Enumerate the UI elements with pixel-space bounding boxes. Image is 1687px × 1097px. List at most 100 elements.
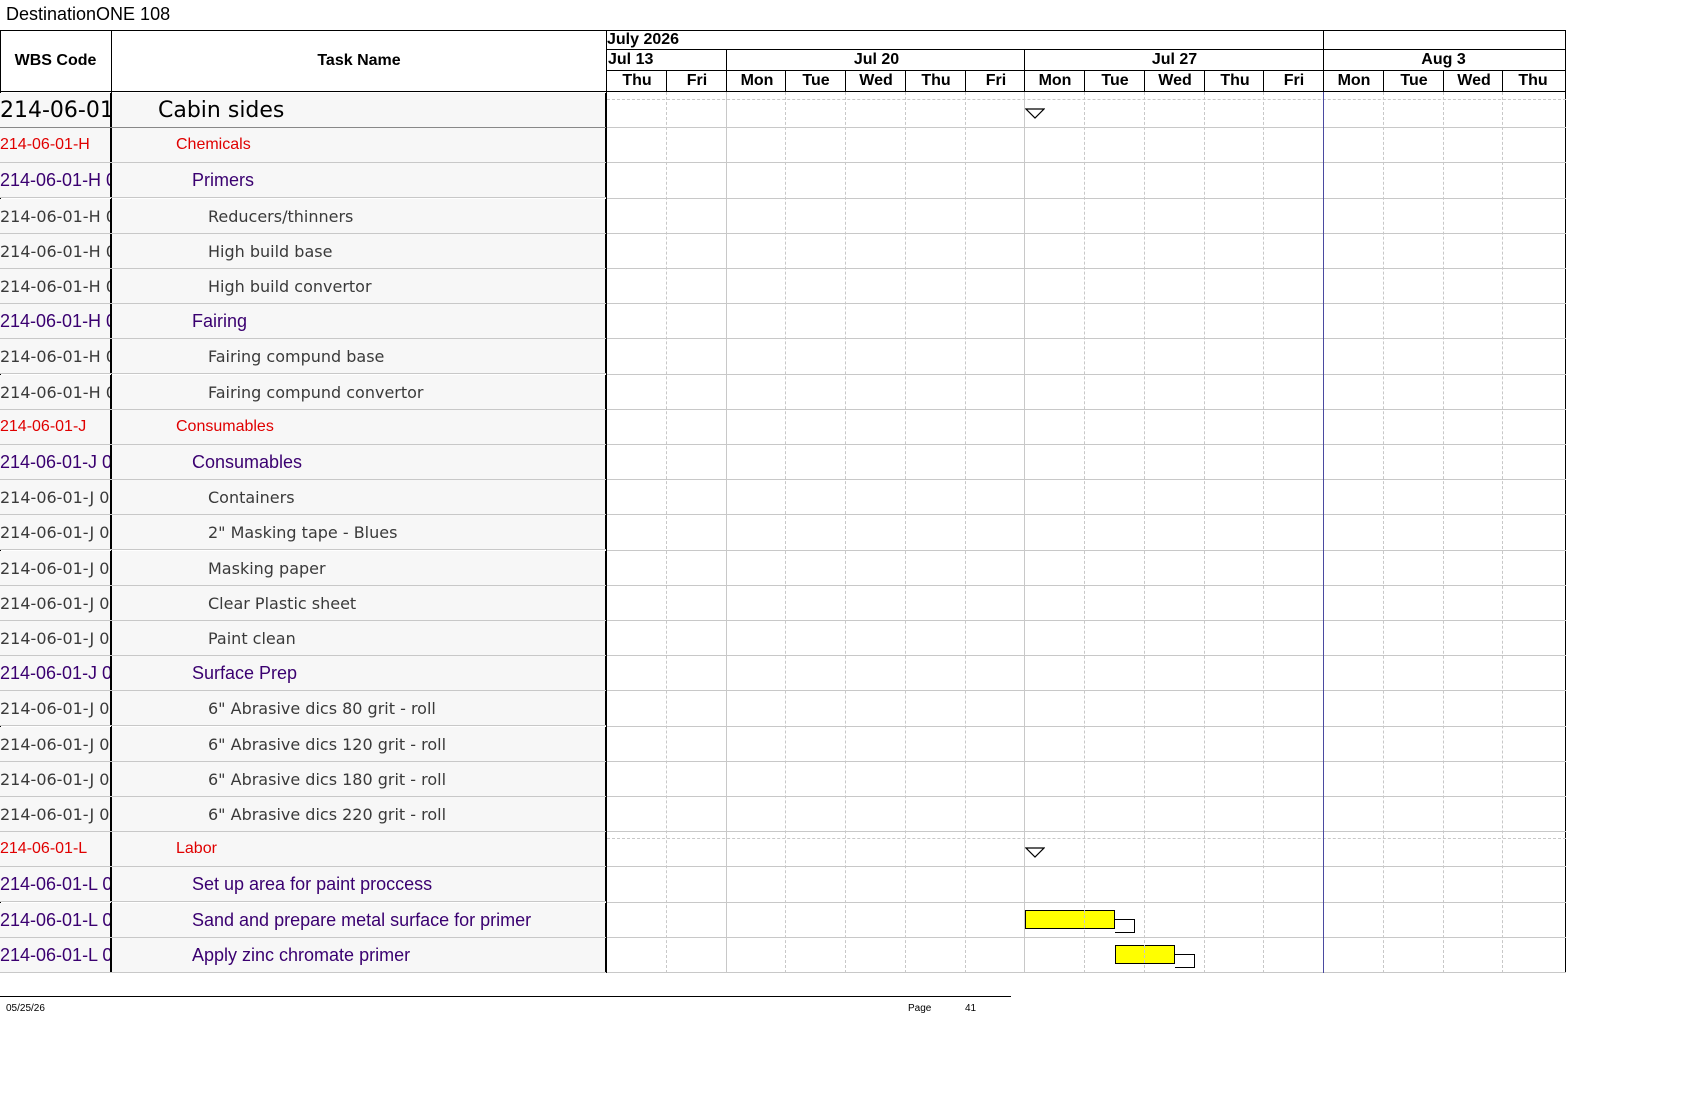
day-grid-line: [785, 92, 786, 973]
task-name-cell: Containers: [112, 480, 606, 514]
gantt-row-line: [607, 338, 1566, 339]
table-row[interactable]: 214-06-01-H 01High build convertor: [0, 269, 606, 304]
table-row[interactable]: 214-06-01-J 01 Consumables: [0, 445, 606, 480]
task-bar[interactable]: [1115, 945, 1175, 964]
table-row[interactable]: 214-06-01-J 02 Surface Prep: [0, 656, 606, 691]
gantt-row-line: [607, 620, 1566, 621]
wbs-code-cell: 214-06-01-H 01: [0, 269, 111, 303]
day-label: Fri: [985, 72, 1007, 89]
wbs-code-cell: 214-06-01-H 01: [0, 234, 111, 268]
gantt-row-line: [607, 198, 1566, 199]
table-row[interactable]: 214-06-01-J 02 6" Abrasive dics 120 grit …: [0, 727, 606, 762]
table-row[interactable]: 214-06-01-J 01 2" Masking tape - Blues: [0, 515, 606, 550]
week-label: Aug 3: [1421, 51, 1466, 68]
gantt-row-line: [607, 127, 1566, 128]
week-grid-line: [726, 92, 727, 973]
table-row[interactable]: 214-06-01-J 02 6" Abrasive dics 220 grit …: [0, 797, 606, 832]
day-label: Mon: [1038, 72, 1072, 89]
wbs-code-cell: 214-06-01-J 01: [0, 551, 111, 585]
gantt-row-line: [607, 233, 1566, 234]
footer-divider: [0, 996, 1011, 997]
gantt-row-line: [607, 796, 1566, 797]
gantt-row-line: [607, 409, 1566, 410]
wbs-code-cell: 214-06-01-H 02: [0, 375, 111, 409]
summary-dashed-line: [607, 99, 1566, 100]
table-row[interactable]: 214-06-01-H 02Fairing compund base: [0, 339, 606, 374]
table-row[interactable]: 214-06-01-J 01 Containers: [0, 480, 606, 515]
day-label: Thu: [921, 72, 951, 89]
wbs-code-cell: 214-06-01-J 01: [0, 621, 111, 655]
task-name-cell: 6" Abrasive dics 80 grit - roll: [112, 691, 606, 725]
table-row[interactable]: 214-06-01-L Labor: [0, 832, 606, 867]
table-row[interactable]: 214-06-01-J 02 6" Abrasive dics 80 grit -…: [0, 691, 606, 726]
wbs-code-cell: 214-06-01-J 01: [0, 480, 111, 514]
table-row[interactable]: 214-06-01-H 02Fairing compund convertor: [0, 375, 606, 410]
wbs-code-cell: 214-06-01: [0, 93, 111, 127]
gantt-row-line: [607, 655, 1566, 656]
task-slack-box: [1175, 954, 1195, 968]
table-row[interactable]: 214-06-01-J 01 Masking paper: [0, 551, 606, 586]
task-name-cell: Primers: [112, 163, 606, 197]
table-row[interactable]: 214-06-01-L 02 Sand and prepare metal sur…: [0, 903, 606, 938]
task-name-cell: Surface Prep: [112, 656, 606, 690]
day-label: Mon: [740, 72, 774, 89]
gantt-row-line: [607, 268, 1566, 269]
day-grid-line: [1144, 92, 1145, 973]
table-row[interactable]: 214-06-01-J 01 Clear Plastic sheet: [0, 586, 606, 621]
task-name-cell: High build base: [112, 234, 606, 268]
task-name-cell: Consumables: [112, 445, 606, 479]
task-bar[interactable]: [1025, 910, 1115, 929]
wbs-code-cell: 214-06-01-J 02: [0, 656, 111, 690]
table-row[interactable]: 214-06-01-H Chemicals: [0, 128, 606, 163]
month-divider: [1323, 30, 1324, 50]
wbs-code-cell: 214-06-01-J 01: [0, 445, 111, 479]
summary-triangle-icon[interactable]: [1025, 108, 1045, 120]
wbs-column-header[interactable]: WBS Code: [0, 30, 111, 91]
day-grid-line: [1502, 92, 1503, 973]
today-line: [1323, 92, 1324, 973]
gantt-row-line: [607, 937, 1566, 938]
table-row[interactable]: 214-06-01-L 03 Apply zinc chromate primer: [0, 938, 606, 973]
day-label: Fri: [686, 72, 708, 89]
gantt-row-line: [607, 761, 1566, 762]
day-label: Wed: [1457, 72, 1491, 89]
wbs-code-cell: 214-06-01-L: [0, 832, 111, 866]
gantt-row-line: [607, 374, 1566, 375]
task-name-cell: Fairing: [112, 304, 606, 338]
wbs-code-cell: 214-06-01-J 01: [0, 586, 111, 620]
table-row[interactable]: 214-06-01-J Consumables: [0, 410, 606, 445]
day-grid-line: [1084, 92, 1085, 973]
day-label: Thu: [622, 72, 652, 89]
table-row[interactable]: 214-06-01-J 02 6" Abrasive dics 180 grit …: [0, 762, 606, 797]
gantt-row-line: [607, 514, 1566, 515]
day-label: Thu: [1518, 72, 1548, 89]
wbs-code-cell: 214-06-01-J: [0, 410, 111, 444]
table-row[interactable]: 214-06-01 Cabin sides: [0, 93, 606, 128]
summary-dashed-line: [607, 838, 1566, 839]
table-row[interactable]: 214-06-01-H 01High build base: [0, 234, 606, 269]
day-grid-line: [1383, 92, 1384, 973]
wbs-code-cell: 214-06-01-H 02: [0, 339, 111, 373]
wbs-code-cell: 214-06-01-L 01: [0, 867, 111, 901]
table-row[interactable]: 214-06-01-H 02Fairing: [0, 304, 606, 339]
gantt-row-line: [607, 550, 1566, 551]
app-title: DestinationONE 108: [6, 4, 171, 24]
task-name-cell: Sand and prepare metal surface for prime…: [112, 903, 606, 937]
task-column-header[interactable]: Task Name: [112, 30, 606, 91]
gantt-row-line: [607, 902, 1566, 903]
summary-triangle-icon[interactable]: [1025, 847, 1045, 859]
week-label: Jul 27: [1151, 51, 1198, 68]
task-name-cell: 6" Abrasive dics 120 grit - roll: [112, 727, 606, 761]
wbs-code-cell: 214-06-01-J 02: [0, 762, 111, 796]
task-name-cell: High build convertor: [112, 269, 606, 303]
gantt-row-line: [607, 479, 1566, 480]
task-name-cell: Set up area for paint proccess: [112, 867, 606, 901]
table-row[interactable]: 214-06-01-H 01Reducers/thinners: [0, 199, 606, 234]
table-row[interactable]: 214-06-01-L 01 Set up area for paint proc…: [0, 867, 606, 902]
gantt-row-line: [607, 831, 1566, 832]
task-name-cell: Labor: [112, 832, 606, 866]
table-row[interactable]: 214-06-01-J 01 Paint clean: [0, 621, 606, 656]
day-label: Fri: [1283, 72, 1305, 89]
table-row[interactable]: 214-06-01-H 01Primers: [0, 163, 606, 198]
task-name-cell: Fairing compund base: [112, 339, 606, 373]
